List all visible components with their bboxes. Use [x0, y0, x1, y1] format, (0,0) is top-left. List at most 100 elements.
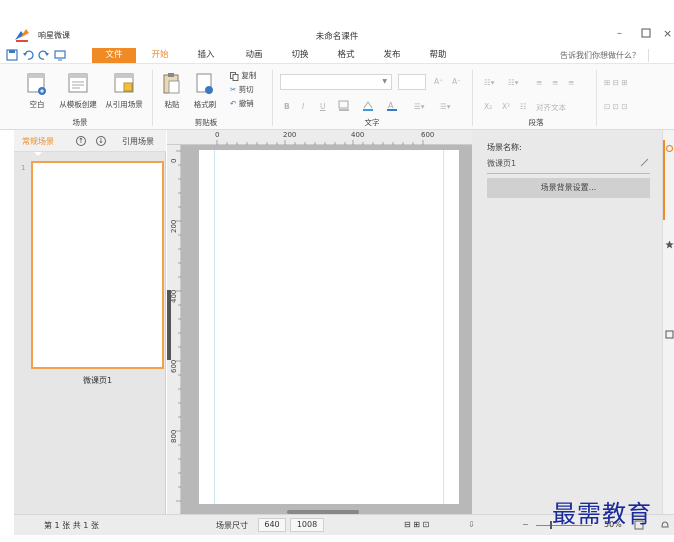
bell-icon[interactable]	[660, 520, 670, 530]
italic-button[interactable]: I	[302, 102, 304, 111]
cut-button[interactable]: ✂ 剪切	[230, 84, 254, 95]
arrange-icon[interactable]: ⊞ ⊟ ⊞	[604, 78, 628, 87]
template-icon	[68, 73, 88, 93]
blank-scene-label: 空白	[29, 100, 45, 109]
ruler-tick-label: 600	[170, 359, 178, 373]
scene-height-input[interactable]: 1008	[290, 518, 324, 532]
save-icon[interactable]	[6, 49, 18, 61]
more-text-icon[interactable]: ☰▾	[440, 102, 451, 111]
fit-icon[interactable]: ⇩	[468, 520, 475, 529]
redo-quick-icon[interactable]	[38, 49, 50, 61]
divider	[648, 49, 649, 62]
numbered-list-icon[interactable]: ☷▾	[508, 78, 519, 87]
font-family-select[interactable]: ▼	[280, 74, 392, 90]
guide-line	[443, 150, 444, 504]
undo-icon: ↶	[230, 99, 237, 108]
slide-name: 微课页1	[82, 376, 113, 385]
paste-button[interactable]: 粘贴	[160, 72, 184, 110]
panel-collapse-handle[interactable]	[167, 290, 171, 360]
scene-page[interactable]	[199, 150, 459, 504]
minimize-button[interactable]: –	[617, 28, 622, 39]
preview-quick-icon[interactable]	[54, 49, 66, 61]
slide-thumbnail[interactable]	[31, 161, 164, 369]
move-down-button[interactable]: ↓	[96, 136, 106, 146]
divider	[596, 70, 597, 126]
text-align-icon[interactable]: ☷	[520, 102, 527, 111]
align-center-icon[interactable]: ≡	[552, 78, 558, 87]
svg-text:A: A	[388, 101, 394, 110]
scene-panel: 常规场景 ↑ ↓ 引用场景 1 微课页1	[14, 130, 166, 514]
blank-scene-button[interactable]: 空白	[22, 72, 52, 110]
align-text-button[interactable]: 对齐文本	[536, 102, 566, 113]
edit-icon[interactable]	[640, 157, 650, 167]
font-size-select[interactable]	[398, 74, 426, 90]
close-button[interactable]: ×	[663, 27, 672, 40]
undo-quick-icon[interactable]	[22, 49, 34, 61]
ruler-tick-label: 200	[283, 131, 297, 139]
tab-normal-scene[interactable]: 常规场景	[22, 136, 54, 156]
format-painter-button[interactable]: 格式刷	[190, 72, 220, 110]
tab-reference-scene[interactable]: 引用场景	[122, 136, 154, 147]
ruler-tick-label: 200	[170, 219, 178, 233]
copy-button[interactable]: 复制	[230, 70, 256, 81]
superscript-icon[interactable]: X²	[502, 102, 510, 111]
ruler-tick-label: 0	[215, 131, 220, 139]
slide-number: 1	[21, 164, 26, 172]
scene-name-input[interactable]: 微课页1	[487, 158, 516, 169]
font-color-icon[interactable]: A	[386, 100, 402, 112]
bullet-list-icon[interactable]: ☷▾	[484, 78, 495, 87]
page-count: 第 1 张 共 1 张	[44, 521, 99, 530]
highlight-icon[interactable]	[362, 100, 378, 112]
shape-fill-icon[interactable]	[338, 100, 354, 112]
undo-button[interactable]: ↶ 撤销	[230, 98, 254, 109]
grow-font-button[interactable]: A⁺	[434, 77, 443, 86]
undo-label: 撤销	[238, 99, 254, 108]
from-template-button[interactable]: 从模板创建	[56, 72, 100, 110]
line-style-icon[interactable]: ☰▾	[414, 102, 425, 111]
from-ref-scene-button[interactable]: 从引用场景	[102, 72, 146, 110]
help-search-input[interactable]: 告诉我们你想做什么？	[560, 50, 640, 61]
maximize-button[interactable]	[641, 28, 651, 38]
settings-icon[interactable]	[665, 144, 674, 153]
document-title: 未命名课件	[315, 32, 359, 42]
tab-file[interactable]: 文件	[92, 48, 136, 63]
divider	[472, 70, 473, 126]
blank-page-icon	[27, 73, 46, 95]
star-icon[interactable]	[665, 240, 674, 249]
align-right-icon[interactable]: ≡	[568, 78, 574, 87]
scene-width-input[interactable]: 640	[258, 518, 286, 532]
guide-line	[214, 150, 215, 504]
tab-format[interactable]: 格式	[330, 48, 362, 63]
copy-icon	[230, 71, 239, 81]
canvas-area[interactable]: 0 200 400 600 0 200 400 600 800	[167, 130, 472, 514]
ruler-tick-label: 600	[421, 131, 435, 139]
scene-name-label: 场景名称:	[487, 143, 522, 152]
tab-publish[interactable]: 发布	[376, 48, 408, 63]
zoom-out-button[interactable]: −	[522, 520, 529, 529]
title-bar: 响星微课 未命名课件 – ×	[0, 24, 674, 46]
from-ref-scene-label: 从引用场景	[105, 100, 143, 109]
view-mode-icons[interactable]: ⊟ ⊞ ⊡	[404, 520, 429, 529]
format-painter-icon	[196, 73, 213, 94]
underline-button[interactable]: U	[320, 102, 326, 111]
tab-transition[interactable]: 切换	[284, 48, 316, 63]
shape-icon[interactable]	[665, 330, 674, 339]
subscript-icon[interactable]: X₂	[484, 102, 492, 111]
move-up-button[interactable]: ↑	[76, 136, 86, 146]
scene-size-label: 场景尺寸	[216, 521, 248, 530]
divider	[272, 70, 273, 126]
app-logo-icon	[15, 29, 29, 42]
tab-home[interactable]: 开始	[144, 48, 176, 63]
indent-icon[interactable]: ≡	[536, 78, 542, 87]
bold-button[interactable]: B	[284, 102, 290, 111]
ribbon-tab-row: 文件 开始 插入 动画 切换 格式 发布 帮助 告诉我们你想做什么？	[0, 46, 674, 64]
clipboard-group-label: 剪贴板	[194, 118, 218, 127]
tab-animation[interactable]: 动画	[238, 48, 270, 63]
paragraph-group-label: 段落	[528, 118, 544, 127]
paste-label: 粘贴	[164, 100, 180, 109]
tab-help[interactable]: 帮助	[422, 48, 454, 63]
scene-background-settings-button[interactable]: 场景背景设置...	[487, 178, 650, 198]
tab-insert[interactable]: 插入	[190, 48, 222, 63]
shrink-font-button[interactable]: A⁻	[452, 77, 461, 86]
group-icon[interactable]: ⊡ ⊡ ⊡	[604, 102, 628, 111]
